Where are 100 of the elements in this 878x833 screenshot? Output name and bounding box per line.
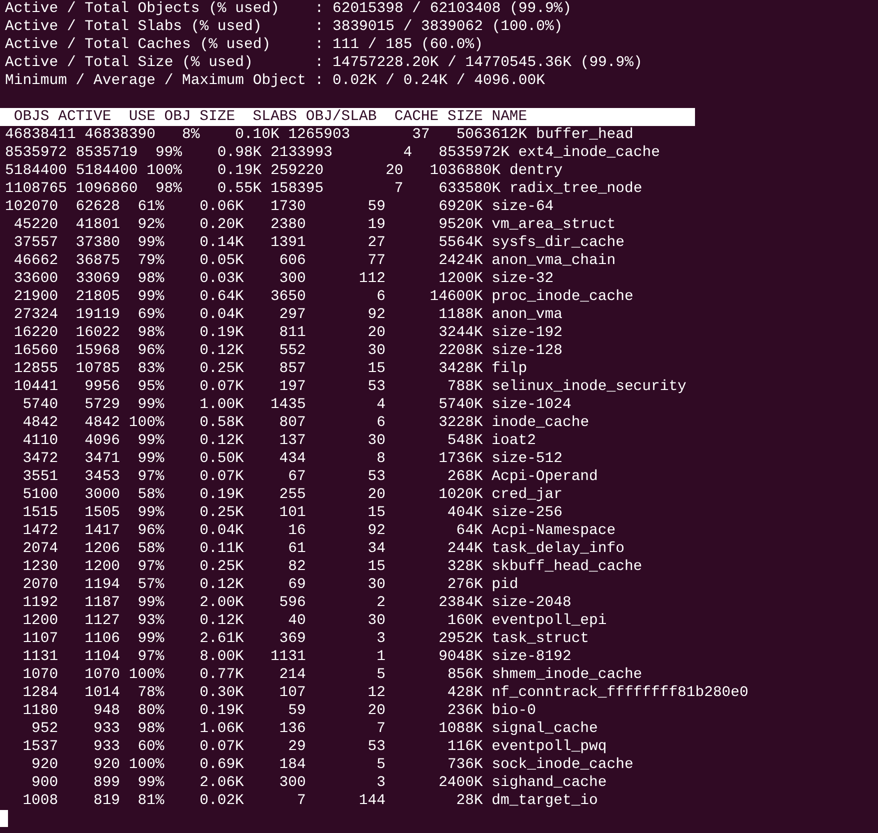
table-cell-text: 0.07K xyxy=(198,738,244,756)
table-cell-text: 952 xyxy=(30,720,58,738)
table-cell-text: 99% xyxy=(136,594,164,612)
table-cell-text: 78% xyxy=(136,684,164,702)
table-cell-text: 10785 xyxy=(74,360,120,378)
table-cell-text: 28K xyxy=(455,792,483,810)
table-cell-text: 0.19K xyxy=(216,162,262,180)
table-cell-text: 4842 xyxy=(22,414,58,432)
table-cell: 8535719 xyxy=(76,144,138,162)
table-cell: 46838390 xyxy=(84,126,156,144)
table-cell-text: 80% xyxy=(136,702,164,720)
table-cell-text: 96% xyxy=(136,342,164,360)
table-cell-text: 788K xyxy=(446,378,483,396)
table-cell-text: 67 xyxy=(287,468,306,486)
table-cell-text: 5063612K xyxy=(455,126,528,144)
table-cell-text: 197 xyxy=(278,378,306,396)
table-cell-text: 1200K xyxy=(438,270,483,288)
table-cell-text: 5740K xyxy=(438,396,483,414)
column-header: OBJS xyxy=(12,108,50,126)
table-cell-text: 3551 xyxy=(22,468,58,486)
table-cell-text: 37557 xyxy=(12,234,58,252)
table-cell-text: 3228K xyxy=(438,414,483,432)
table-cell-text: 34 xyxy=(366,540,386,558)
table-cell-text: 99% xyxy=(136,450,164,468)
table-cell-text: 19 xyxy=(366,216,386,234)
table-cell-text: 4 xyxy=(376,396,386,414)
table-cell-text: 83% xyxy=(136,360,164,378)
table-cell-text: 2.06K xyxy=(198,774,244,792)
table-cell-text: 0.12K xyxy=(198,342,244,360)
table-cell: 100% xyxy=(128,756,164,774)
table-cell: Acpi-Namespace xyxy=(492,522,616,540)
table-cell: dentry xyxy=(509,162,563,180)
table-cell-text: 15968 xyxy=(74,342,120,360)
table-cell-text: 16022 xyxy=(74,324,120,342)
column-header: USE xyxy=(128,108,156,126)
table-cell-text: 59 xyxy=(287,702,306,720)
table-cell: ext4_inode_cache xyxy=(518,144,660,162)
table-cell-text: 99% xyxy=(136,396,164,414)
table-cell-text: 2952K xyxy=(438,630,483,648)
table-cell-text: 8 xyxy=(376,450,386,468)
table-cell-text: 97% xyxy=(136,468,164,486)
table-cell-text: 0.19K xyxy=(198,486,244,504)
table-cell: size-64 xyxy=(492,198,554,216)
table-cell-text: 1 xyxy=(376,648,386,666)
table-cell-text: 1131 xyxy=(22,648,58,666)
column-header: CACHE SIZE xyxy=(393,108,483,126)
table-cell: sighand_cache xyxy=(492,774,607,792)
table-cell-text: 16220 xyxy=(12,324,58,342)
table-cell-text: 16 xyxy=(287,522,306,540)
table-cell-text: 0.19K xyxy=(198,324,244,342)
table-cell-text: 79% xyxy=(136,252,164,270)
table-cell-text: 0.12K xyxy=(198,432,244,450)
table-cell-text: 0.02K xyxy=(198,792,244,810)
table-cell-text: 0.19K xyxy=(198,702,244,720)
table-cell-text: 1070 xyxy=(22,666,58,684)
table-cell: bio-0 xyxy=(492,702,536,720)
table-cell-text: 9956 xyxy=(84,378,120,396)
table-cell: size-128 xyxy=(492,342,562,360)
table-cell-text: 0.04K xyxy=(198,306,244,324)
table-cell-text: 2.61K xyxy=(198,630,244,648)
summary-line: Active / Total Objects (% used) : 62015398 / 62103408 (99.9%) xyxy=(5,0,572,18)
table-cell-text: 184 xyxy=(278,756,306,774)
table-cell: eventpoll_pwq xyxy=(492,738,607,756)
table-cell-text: 2424K xyxy=(438,252,483,270)
table-cell-text: 268K xyxy=(446,468,483,486)
table-cell: cred_jar xyxy=(492,486,562,504)
table-cell-text: 244K xyxy=(446,540,483,558)
table-cell-text: 98% xyxy=(136,324,164,342)
table-cell: 1265903 xyxy=(288,126,350,144)
table-cell-text: 6 xyxy=(376,288,386,306)
table-cell: sysfs_dir_cache xyxy=(492,234,624,252)
table-cell-text: 606 xyxy=(278,252,306,270)
table-cell-text: 7 xyxy=(376,720,386,738)
table-cell-text: 434 xyxy=(278,450,306,468)
table-cell-text: 1131 xyxy=(269,648,306,666)
table-cell-text: 9048K xyxy=(438,648,483,666)
table-cell: 100% xyxy=(128,414,164,432)
table-cell-text: 7 xyxy=(296,792,306,810)
table-cell-text: 27324 xyxy=(12,306,58,324)
table-cell: anon_vma xyxy=(492,306,562,324)
table-cell-text: 933 xyxy=(92,738,120,756)
table-cell-text: 948 xyxy=(92,702,120,720)
table-cell-text: 1417 xyxy=(84,522,120,540)
table-cell-text: 1127 xyxy=(84,612,120,630)
table-cell-text: 62628 xyxy=(74,198,120,216)
table-cell-text: 4096 xyxy=(84,432,120,450)
table-cell-text: 1194 xyxy=(84,576,120,594)
table-cell: task_delay_info xyxy=(492,540,624,558)
table-cell-text: 4842 xyxy=(84,414,120,432)
table-cell-text: 1230 xyxy=(22,558,58,576)
table-cell-text: 97% xyxy=(136,648,164,666)
table-cell-text: 93% xyxy=(136,612,164,630)
table-cell-text: 1036880K xyxy=(428,162,501,180)
table-cell-text: 53 xyxy=(366,468,386,486)
table-cell-text: 920 xyxy=(30,756,58,774)
table-cell-text: 58% xyxy=(136,540,164,558)
table-cell-text: 369 xyxy=(278,630,306,648)
table-cell-text: 276K xyxy=(446,576,483,594)
table-cell-text: 1107 xyxy=(22,630,58,648)
table-cell-text: 404K xyxy=(446,504,483,522)
